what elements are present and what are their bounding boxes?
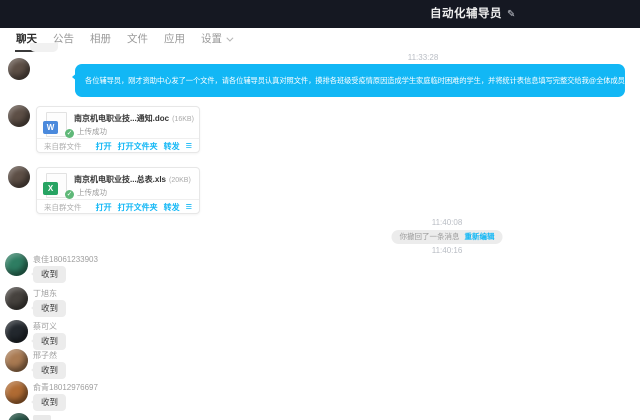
member-name: 邢子然	[33, 350, 57, 361]
file-size: (16KB)	[172, 116, 194, 123]
member-avatar[interactable]	[5, 253, 28, 276]
chat-window: 自动化辅导员 ✎ 聊天 公告 相册 文件 应用 设置 11:33:28 各位辅导员…	[0, 0, 640, 420]
tab-album[interactable]: 相册	[89, 28, 112, 52]
file-source-label: 来自群文件	[44, 141, 90, 152]
file-card-xls: X 南京机电职业技...总表.xls(20KB) ✓上传成功 来自群文件 打开 …	[36, 167, 200, 214]
reply-bubble: 收到	[33, 362, 66, 379]
member-name: 丁旭东	[33, 288, 57, 299]
member-avatar[interactable]	[5, 287, 28, 310]
tab-settings[interactable]: 设置	[200, 28, 232, 52]
open-file-button[interactable]: 打开	[96, 202, 112, 213]
sender-avatar[interactable]	[8, 166, 30, 188]
chevron-down-icon	[226, 35, 233, 42]
excel-badge-icon: X	[43, 182, 58, 195]
reply-bubble: 收到	[33, 266, 66, 283]
title-bar: 自动化辅导员 ✎	[0, 0, 640, 28]
member-avatar[interactable]	[5, 320, 28, 343]
doc-file-icon: W	[46, 112, 67, 137]
reply-bubble: 收到	[33, 300, 66, 317]
timestamp: 11:33:28	[408, 53, 439, 62]
upload-status: ✓上传成功	[65, 187, 107, 199]
forward-button[interactable]: 转发	[164, 141, 180, 152]
success-check-icon: ✓	[65, 190, 74, 199]
xls-file-icon: X	[46, 173, 67, 198]
tab-bar: 聊天 公告 相册 文件 应用 设置	[0, 28, 640, 52]
chat-message-area[interactable]: 11:33:28 各位辅导员，刚才资助中心发了一个文件，请各位辅导员认真对照文件…	[0, 52, 640, 420]
more-menu-icon[interactable]: ≡	[186, 141, 192, 151]
recall-text: 你撤回了一条消息	[400, 232, 460, 241]
open-folder-button[interactable]: 打开文件夹	[118, 202, 158, 213]
timestamp: 11:40:16	[432, 246, 463, 255]
member-name: 袁佳18061233903	[33, 254, 98, 265]
recall-notice: 你撤回了一条消息重新编辑	[392, 230, 503, 244]
file-name: 南京机电职业技...通知.doc(16KB)	[74, 113, 194, 124]
card-footer: 来自群文件 打开 打开文件夹 转发 ≡	[37, 139, 199, 153]
group-title-text: 自动化辅导员	[430, 8, 502, 20]
open-folder-button[interactable]: 打开文件夹	[118, 141, 158, 152]
sender-avatar[interactable]	[8, 58, 30, 80]
edit-title-icon[interactable]: ✎	[507, 9, 516, 20]
reply-bubble: 收到	[33, 394, 66, 411]
sender-avatar[interactable]	[8, 105, 30, 127]
group-title: 自动化辅导员 ✎	[430, 0, 516, 28]
member-name: 蔡可义	[33, 321, 57, 332]
word-badge-icon: W	[43, 121, 58, 134]
file-source-label: 来自群文件	[44, 202, 90, 213]
announcement-bubble: 各位辅导员，刚才资助中心发了一个文件，请各位辅导员认真对照文件，摸排各班级受疫情…	[75, 64, 625, 97]
file-card-doc: W 南京机电职业技...通知.doc(16KB) ✓上传成功 来自群文件 打开 …	[36, 106, 200, 153]
member-name-partial	[33, 415, 51, 420]
scrolled-bubble-remnant	[30, 43, 58, 52]
forward-button[interactable]: 转发	[164, 202, 180, 213]
success-check-icon: ✓	[65, 129, 74, 138]
tab-apps[interactable]: 应用	[163, 28, 186, 52]
card-footer: 来自群文件 打开 打开文件夹 转发 ≡	[37, 200, 199, 214]
more-menu-icon[interactable]: ≡	[186, 202, 192, 212]
file-name: 南京机电职业技...总表.xls(20KB)	[74, 174, 191, 185]
timestamp: 11:40:08	[432, 218, 463, 227]
member-avatar[interactable]	[5, 349, 28, 372]
tab-files[interactable]: 文件	[126, 28, 149, 52]
re-edit-link[interactable]: 重新编辑	[465, 232, 495, 241]
announcement-text: 各位辅导员，刚才资助中心发了一个文件，请各位辅导员认真对照文件，摸排各班级受疫情…	[75, 64, 625, 97]
member-avatar[interactable]	[8, 413, 30, 420]
open-file-button[interactable]: 打开	[96, 141, 112, 152]
member-avatar[interactable]	[5, 381, 28, 404]
file-size: (20KB)	[169, 177, 191, 184]
upload-status: ✓上传成功	[65, 126, 107, 138]
reply-bubble: 收到	[33, 333, 66, 350]
member-name: 俞青18012976697	[33, 382, 98, 393]
